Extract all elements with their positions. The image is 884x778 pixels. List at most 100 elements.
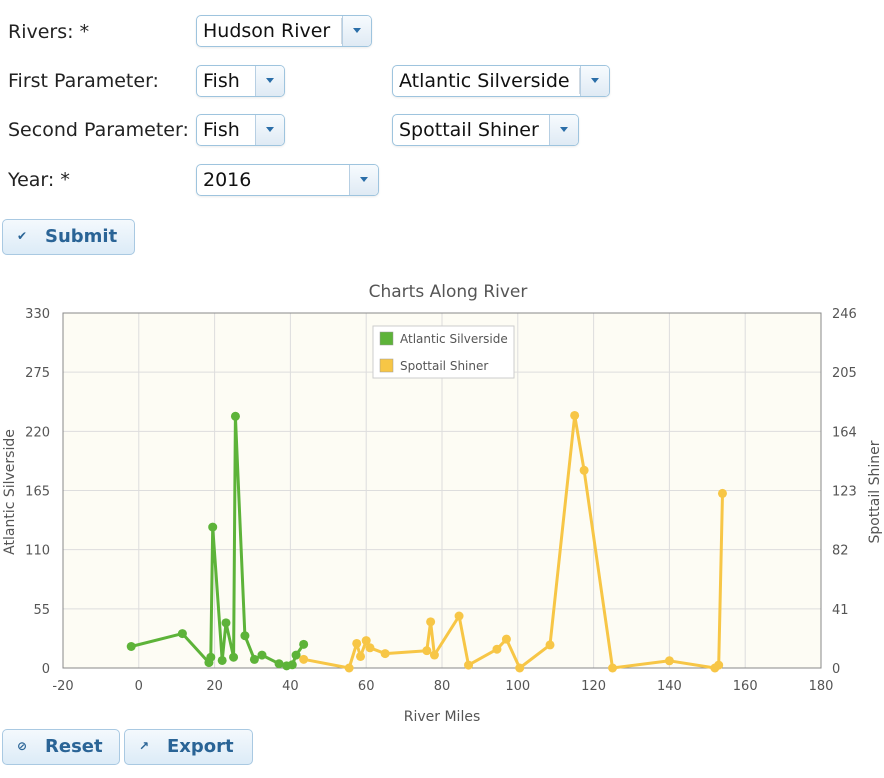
x-tick-label: 180: [809, 679, 834, 694]
data-point-atlantic-silverside: [257, 650, 267, 660]
x-axis-label: River Miles: [404, 709, 481, 725]
external-link-icon: ↗: [139, 739, 150, 753]
y-right-tick-label: 123: [832, 485, 857, 500]
second-parameter-species-combobox[interactable]: Spottail Shiner: [392, 114, 579, 146]
x-tick-label: 100: [505, 679, 530, 694]
second-parameter-label: Second Parameter:: [8, 119, 189, 141]
rivers-label: Rivers: *: [8, 21, 90, 43]
chevron-down-icon[interactable]: [342, 16, 371, 46]
data-point-spottail-shiner: [365, 643, 375, 653]
rivers-combobox[interactable]: Hudson River: [196, 15, 372, 47]
data-point-atlantic-silverside: [208, 522, 218, 532]
data-point-atlantic-silverside: [240, 631, 250, 641]
data-point-atlantic-silverside: [274, 659, 284, 669]
data-point-atlantic-silverside: [230, 411, 240, 421]
first-parameter-species-value: Atlantic Silverside: [399, 70, 570, 92]
legend-swatch-atlantic-silverside: [379, 331, 394, 346]
chevron-down-icon[interactable]: [255, 115, 284, 145]
x-tick-label: -20: [52, 679, 73, 694]
second-parameter-species-value: Spottail Shiner: [399, 119, 539, 141]
reset-button[interactable]: ⊘ Reset: [2, 729, 120, 765]
data-point-spottail-shiner: [426, 617, 436, 627]
data-point-spottail-shiner: [380, 649, 390, 659]
data-point-spottail-shiner: [429, 650, 439, 660]
data-point-spottail-shiner: [422, 646, 432, 656]
first-parameter-species-combobox[interactable]: Atlantic Silverside: [392, 65, 610, 97]
export-button[interactable]: ↗ Export: [124, 729, 253, 765]
data-point-spottail-shiner: [717, 488, 727, 498]
y-left-tick-label: 0: [42, 662, 50, 677]
submit-button[interactable]: ✔ Submit: [2, 219, 135, 255]
legend-label-atlantic-silverside: Atlantic Silverside: [400, 332, 508, 346]
x-tick-label: 160: [733, 679, 758, 694]
first-parameter-type-value: Fish: [203, 70, 240, 92]
x-tick-label: 120: [581, 679, 606, 694]
reset-label: Reset: [45, 736, 103, 757]
x-tick-label: 40: [282, 679, 299, 694]
data-point-spottail-shiner: [464, 660, 474, 670]
data-point-atlantic-silverside: [221, 618, 231, 628]
data-point-spottail-shiner: [515, 663, 525, 673]
data-point-spottail-shiner: [501, 634, 511, 644]
year-label: Year: *: [8, 169, 70, 191]
data-point-spottail-shiner: [344, 663, 354, 673]
data-point-spottail-shiner: [664, 656, 674, 666]
data-point-atlantic-silverside: [229, 652, 239, 662]
y-left-tick-label: 330: [25, 307, 50, 322]
data-point-atlantic-silverside: [291, 650, 301, 660]
first-parameter-type-combobox[interactable]: Fish: [196, 65, 285, 97]
year-combobox[interactable]: 2016: [196, 164, 379, 196]
data-point-atlantic-silverside: [217, 655, 227, 665]
second-parameter-type-combobox[interactable]: Fish: [196, 114, 285, 146]
y-right-tick-label: 164: [832, 425, 857, 440]
data-point-spottail-shiner: [545, 640, 555, 650]
data-point-atlantic-silverside: [206, 652, 216, 662]
export-label: Export: [167, 736, 234, 757]
data-point-spottail-shiner: [714, 660, 724, 670]
y-left-tick-label: 165: [25, 485, 50, 500]
data-point-spottail-shiner: [356, 651, 366, 661]
x-tick-label: 60: [358, 679, 375, 694]
chevron-down-icon[interactable]: [549, 115, 578, 145]
data-point-atlantic-silverside: [249, 654, 259, 664]
data-point-atlantic-silverside: [177, 629, 187, 639]
y-right-tick-label: 0: [832, 662, 840, 677]
y-left-tick-label: 220: [25, 425, 50, 440]
data-point-spottail-shiner: [608, 663, 618, 673]
data-point-atlantic-silverside: [126, 641, 136, 651]
data-point-spottail-shiner: [352, 638, 362, 648]
chevron-down-icon[interactable]: [255, 66, 284, 96]
river-chart: Charts Along River River Miles Atlantic …: [2, 282, 883, 725]
reset-icon: ⊘: [17, 739, 28, 753]
y-right-tick-label: 82: [832, 544, 849, 559]
chevron-down-icon[interactable]: [580, 66, 609, 96]
rivers-value: Hudson River: [203, 20, 331, 42]
data-point-spottail-shiner: [299, 654, 309, 664]
y-right-tick-label: 205: [832, 366, 857, 381]
x-tick-label: 0: [135, 679, 143, 694]
data-point-spottail-shiner: [492, 644, 502, 654]
legend-swatch-spottail-shiner: [379, 358, 394, 373]
x-tick-label: 140: [657, 679, 682, 694]
first-parameter-label: First Parameter:: [8, 70, 159, 92]
chevron-down-icon[interactable]: [349, 165, 378, 195]
x-tick-label: 80: [434, 679, 451, 694]
checkmark-icon: ✔: [17, 229, 28, 243]
y-left-tick-label: 275: [25, 366, 50, 381]
legend-label-spottail-shiner: Spottail Shiner: [400, 359, 488, 373]
data-point-atlantic-silverside: [287, 660, 297, 670]
y-axis-left-label: Atlantic Silverside: [2, 429, 18, 555]
y-right-tick-label: 41: [832, 603, 849, 618]
data-point-atlantic-silverside: [299, 639, 309, 649]
y-left-tick-label: 55: [33, 603, 50, 618]
year-value: 2016: [203, 169, 252, 191]
y-right-tick-label: 246: [832, 307, 857, 322]
data-point-spottail-shiner: [570, 410, 580, 420]
second-parameter-type-value: Fish: [203, 119, 240, 141]
x-tick-label: 20: [206, 679, 223, 694]
y-axis-right-label: Spottail Shiner: [867, 440, 883, 543]
submit-label: Submit: [45, 226, 118, 247]
legend: Atlantic Silverside Spottail Shiner: [372, 325, 515, 379]
y-left-tick-label: 110: [25, 544, 50, 559]
data-point-spottail-shiner: [579, 465, 589, 475]
